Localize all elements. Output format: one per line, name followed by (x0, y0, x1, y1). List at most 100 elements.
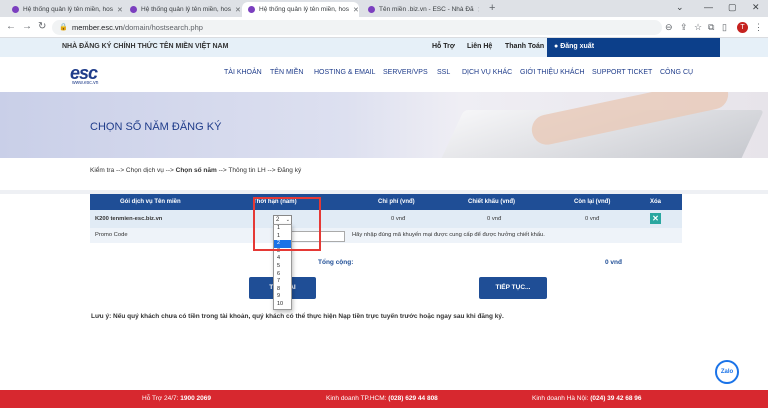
url-path: /domain/hostsearch.php (122, 23, 203, 32)
footer-hn-label: Kinh doanh Hà Nội: (532, 395, 589, 402)
promo-hint: Hãy nhập đúng mã khuyến mại được cung cấ… (352, 232, 545, 238)
tab-close-icon[interactable]: ✕ (474, 6, 479, 14)
footer-support: Hỗ Trợ 24/7: 1900 2069 (142, 395, 211, 402)
forward-arrow-icon[interactable]: → (22, 21, 32, 32)
menu-server-vps[interactable]: SERVER/VPS (383, 69, 428, 76)
browser-tab-3[interactable]: Hệ thống quản lý tên miền, hos ✕ (242, 2, 359, 17)
dropdown-option[interactable]: 9 (274, 293, 291, 301)
browser-tab-1[interactable]: Hệ thống quản lý tên miền, hos ✕ (6, 2, 123, 17)
tab-favicon-icon (12, 6, 19, 13)
reload-icon[interactable]: ↻ (38, 21, 46, 32)
service-name: K200 tenmien-esc.biz.vn (95, 216, 163, 222)
menu-other-services[interactable]: DỊCH VỤ KHÁC (462, 69, 512, 76)
new-tab-button[interactable]: + (489, 2, 495, 14)
profile-avatar[interactable]: T (737, 22, 748, 33)
user-icon: ● (554, 43, 559, 50)
promo-row: Promo Code Hãy nhập đúng mã khuyến mại đ… (90, 228, 682, 243)
footer-support-phone[interactable]: 1900 2069 (180, 395, 211, 402)
zalo-chat-button[interactable]: Zalo (715, 360, 739, 384)
page-banner: CHỌN SỐ NĂM ĐĂNG KÝ (0, 92, 768, 158)
breadcrumb: Kiểm tra --> Chọn dịch vụ --> Chọn số nă… (90, 167, 301, 174)
remaining-value: 0 vnđ (585, 216, 600, 222)
dropdown-option[interactable]: 5 (274, 263, 291, 271)
footer-hn-phone[interactable]: (024) 39 42 68 96 (590, 395, 641, 402)
footer-hcm-phone[interactable]: (028) 629 44 808 (388, 395, 438, 402)
footer-hcm-label: Kinh doanh TP.HCM: (326, 395, 387, 402)
browser-tab-2[interactable]: Hệ thống quản lý tên miền, hos ✕ (124, 2, 241, 17)
menu-tools[interactable]: CÔNG CỤ (660, 69, 693, 76)
url-domain: member.esc.vn (72, 23, 123, 32)
annotation-highlight-box (253, 197, 321, 251)
col-remaining: Còn lại (vnđ) (574, 199, 611, 205)
dropdown-option[interactable]: 6 (274, 271, 291, 279)
table-row: K200 tenmien-esc.biz.vn 2 ⌄ 0 vnđ 0 vnđ 0… (90, 210, 682, 228)
bookmark-star-icon[interactable]: ☆ (694, 22, 702, 33)
more-menu-icon[interactable]: ⋮ (754, 22, 763, 33)
dropdown-option[interactable]: 8 (274, 286, 291, 294)
tab-search-icon[interactable]: ⌄ (676, 2, 684, 13)
tab-favicon-icon (368, 6, 375, 13)
breadcrumb-prev-steps: Kiểm tra --> Chọn dịch vụ --> (90, 167, 176, 174)
dropdown-option[interactable]: 10 (274, 301, 291, 309)
dropdown-option[interactable]: 4 (274, 255, 291, 263)
menu-account[interactable]: TÀI KHOẢN (224, 69, 262, 76)
col-discount: Chiết khấu (vnđ) (468, 199, 516, 205)
site-header: esc www.esc.vn TÀI KHOẢN TÊN MIỀN HOSTIN… (0, 57, 768, 92)
footer-support-label: Hỗ Trợ 24/7: (142, 395, 179, 402)
browser-tab-4[interactable]: Tên miền .biz.vn - ESC - Nhà Đă ✕ (362, 2, 479, 17)
tab-close-icon[interactable]: ✕ (231, 6, 241, 14)
menu-ssl[interactable]: SSL (437, 69, 450, 76)
share-icon[interactable]: ⇪ (680, 22, 688, 33)
menu-hosting-email[interactable]: HOSTING & EMAIL (314, 69, 375, 76)
support-link[interactable]: Hỗ Trợ (432, 43, 455, 50)
tab-title: Hệ thống quản lý tên miền, hos (141, 6, 231, 13)
tab-favicon-icon (248, 6, 255, 13)
site-footer: Hỗ Trợ 24/7: 1900 2069 Kinh doanh TP.HCM… (0, 390, 768, 408)
dropdown-option[interactable]: 7 (274, 278, 291, 286)
back-arrow-icon[interactable]: ← (6, 21, 16, 32)
menu-support-ticket[interactable]: SUPPORT TICKET (592, 69, 652, 76)
footer-hn: Kinh doanh Hà Nội: (024) 39 42 68 96 (532, 395, 642, 402)
total-label: Tổng cộng: (318, 259, 354, 266)
footer-hcm: Kinh doanh TP.HCM: (028) 629 44 808 (326, 395, 438, 402)
breadcrumb-next-steps: --> Thông tin LH --> Đăng ký (216, 167, 302, 174)
discount-value: 0 vnđ (487, 216, 502, 222)
logout-label: Đăng xuất (560, 43, 595, 50)
table-header: Gói dịch vụ Tên miền Thời hạn (năm) Chi … (90, 194, 682, 210)
col-service: Gói dịch vụ Tên miền (120, 199, 181, 205)
menu-customer-referral[interactable]: GIỚI THIỆU KHÁCH (520, 69, 585, 76)
breadcrumb-current: Chọn số năm (175, 167, 217, 174)
address-bar-row: ← → ↻ 🔒 member.esc.vn/domain/hostsearch.… (0, 17, 768, 38)
browser-tab-bar: Hệ thống quản lý tên miền, hos ✕ Hệ thốn… (0, 0, 768, 17)
tab-favicon-icon (130, 6, 137, 13)
logo-url: www.esc.vn (72, 80, 99, 86)
note-text: Lưu ý: Nếu quý khách chưa có tiền trong … (91, 313, 504, 320)
esc-logo[interactable]: esc www.esc.vn (70, 63, 110, 87)
payment-link[interactable]: Thanh Toán (505, 43, 544, 50)
close-window-icon[interactable]: ✕ (752, 2, 760, 13)
site-top-strip: NHÀ ĐĂNG KÝ CHÍNH THỨC TÊN MIỀN VIỆT NAM… (0, 38, 768, 57)
promo-label: Promo Code (95, 232, 128, 238)
tab-close-icon[interactable]: ✕ (349, 6, 359, 14)
site-tagline: NHÀ ĐĂNG KÝ CHÍNH THỨC TÊN MIỀN VIỆT NAM (62, 43, 229, 50)
contact-link[interactable]: Liên Hệ (467, 43, 492, 50)
continue-button[interactable]: TIẾP TỤC... (479, 277, 547, 299)
url-input[interactable]: 🔒 member.esc.vn/domain/hostsearch.php (52, 20, 662, 35)
col-delete: Xóa (650, 199, 662, 205)
extensions-icon[interactable]: ⧉ (708, 22, 714, 33)
cost-value: 0 vnđ (391, 216, 406, 222)
col-cost: Chi phí (vnđ) (378, 199, 415, 205)
sidebar-icon[interactable]: ▯ (722, 22, 727, 33)
minimize-icon[interactable]: — (704, 2, 713, 12)
tab-close-icon[interactable]: ✕ (113, 6, 123, 14)
tab-title: Tên miền .biz.vn - ESC - Nhà Đă (379, 6, 474, 13)
logout-button[interactable]: ● Đăng xuất (547, 38, 720, 57)
menu-domain[interactable]: TÊN MIỀN (270, 69, 303, 76)
tab-title: Hệ thống quản lý tên miền, hos (259, 6, 349, 13)
maximize-icon[interactable]: ▢ (728, 2, 737, 13)
total-value: 0 vnđ (605, 259, 622, 266)
tab-title: Hệ thống quản lý tên miền, hos (23, 6, 113, 13)
zoom-icon[interactable]: ⊖ (665, 22, 673, 33)
page-title: CHỌN SỐ NĂM ĐĂNG KÝ (90, 121, 222, 133)
delete-icon[interactable]: ✕ (650, 213, 661, 224)
